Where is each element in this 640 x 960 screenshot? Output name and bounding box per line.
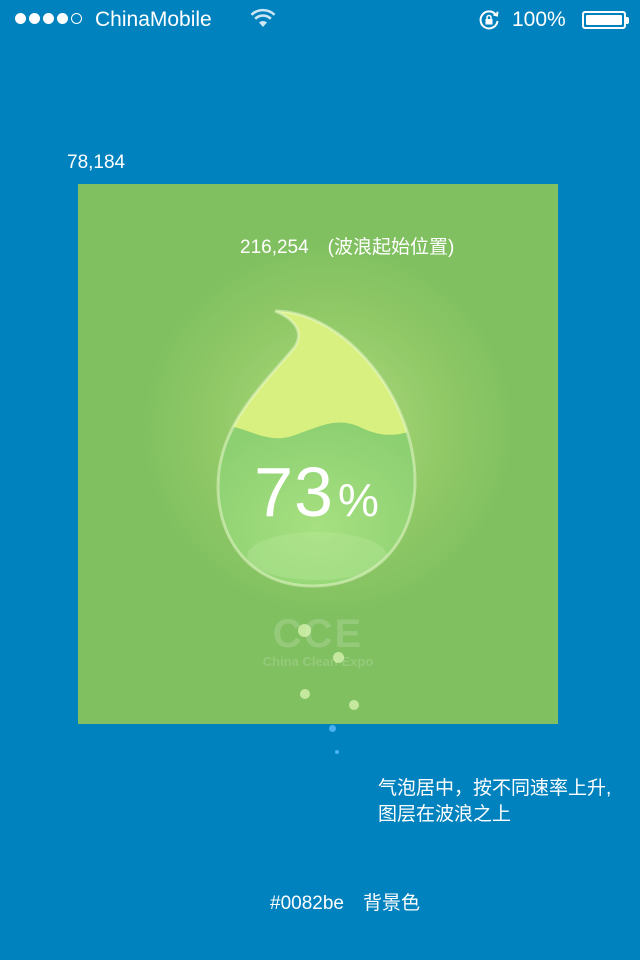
signal-dot <box>57 13 68 24</box>
bubble <box>333 652 344 663</box>
battery-percentage: 100% <box>512 8 566 31</box>
bubble-note-line1: 气泡居中，按不同速率上升, <box>378 778 612 799</box>
percentage-value: 73 <box>254 453 334 531</box>
panel-origin-annotation: 78,184 <box>67 152 126 173</box>
bubble <box>349 700 359 710</box>
water-drop-icon <box>216 309 417 588</box>
bubble <box>329 725 336 732</box>
status-bar: ChinaMobile 100% <box>0 0 640 40</box>
rotation-lock-icon <box>479 10 499 30</box>
battery-fill <box>586 15 622 25</box>
signal-dot <box>15 13 26 24</box>
bubble <box>298 624 311 637</box>
percentage-unit: % <box>337 474 380 526</box>
bubble-note-annotation: 气泡居中，按不同速率上升, 图层在波浪之上 <box>378 776 611 828</box>
signal-dot <box>29 13 40 24</box>
signal-strength-icon <box>15 13 82 24</box>
signal-dot <box>71 13 82 24</box>
background-color-annotation: #0082be 背景色 <box>270 893 420 914</box>
bubble <box>335 750 339 754</box>
wave-origin-annotation: 216,254 (波浪起始位置) <box>240 237 455 258</box>
signal-dot <box>43 13 54 24</box>
carrier-name: ChinaMobile <box>95 8 212 31</box>
percentage-readout: 73% <box>218 452 416 532</box>
bubble-note-line2: 图层在波浪之上 <box>378 804 512 825</box>
cce-logo: CCE China Clean Expo <box>248 614 388 669</box>
logo-mark: CCE <box>272 612 364 656</box>
wifi-icon <box>250 8 276 27</box>
logo-subtitle: China Clean Expo <box>262 654 374 669</box>
bubble <box>300 689 310 699</box>
water-gauge-panel: 216,254 (波浪起始位置) 73% CCE China Clean Exp… <box>78 184 558 724</box>
battery-icon <box>582 11 629 29</box>
